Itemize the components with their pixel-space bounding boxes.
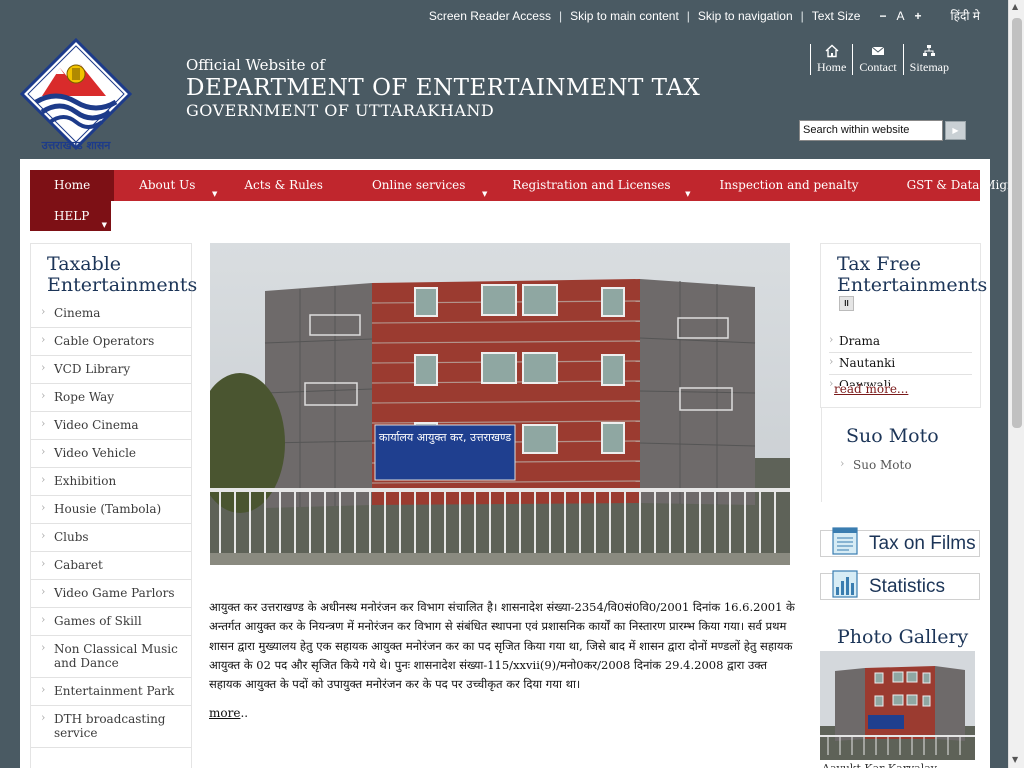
list-item[interactable]: Cabaret	[31, 552, 191, 580]
list-item[interactable]: Rope Way	[31, 384, 191, 412]
taxable-entertainments-sidebar: Taxable Entertainments Cinema Cable Oper…	[30, 243, 198, 768]
nav-inspection-penalty[interactable]: Inspection and penalty	[695, 170, 883, 201]
list-item[interactable]: VCD Library	[31, 356, 191, 384]
tax-free-title: Tax Free Entertainments	[837, 253, 988, 296]
list-item[interactable]: Entertainment Park	[31, 678, 191, 706]
skip-main-link[interactable]: Skip to main content	[570, 9, 679, 23]
nav-registration-licenses[interactable]: Registration and Licenses ▼	[491, 170, 694, 201]
list-item[interactable]: Cinema	[31, 300, 191, 328]
list-item[interactable]: DTH broadcasting service	[31, 706, 191, 748]
list-item[interactable]: Clubs	[31, 524, 191, 552]
site-title: Official Website of DEPARTMENT OF ENTERT…	[186, 56, 700, 120]
state-emblem-logo[interactable]: उत्तराखण्ड शासन	[19, 37, 133, 152]
skip-nav-link[interactable]: Skip to navigation	[698, 9, 793, 23]
text-increase-button[interactable]: +	[910, 9, 927, 23]
quick-links: Home Contact Sitemap	[810, 44, 955, 75]
sidebar-title: Taxable Entertainments	[47, 253, 198, 296]
list-item[interactable]: Video Cinema	[31, 412, 191, 440]
nav-help[interactable]: HELP ▼	[30, 201, 111, 231]
list-item[interactable]: Exhibition	[31, 468, 191, 496]
site-search: Search within website ▶	[799, 120, 966, 141]
nav-acts-rules[interactable]: Acts & Rules	[221, 170, 347, 201]
dropdown-caret-icon: ▼	[212, 190, 218, 198]
list-item[interactable]: Games of Skill	[31, 608, 191, 636]
read-more-link[interactable]: read more...	[834, 382, 908, 396]
government-name: GOVERNMENT OF UTTARAKHAND	[186, 101, 495, 120]
suo-moto-box: Suo Moto Suo Moto	[820, 408, 990, 512]
home-icon	[825, 44, 839, 58]
scrollbar-thumb[interactable]	[1012, 18, 1022, 428]
search-button[interactable]: ▶	[945, 121, 966, 140]
department-intro-text: आयुक्त कर उत्तराखण्ड के अधीनस्थ मनोरंजन …	[209, 600, 795, 692]
nav-row: Home About Us ▼ Acts & Rules Online servi…	[30, 170, 1024, 201]
home-link[interactable]: Home	[810, 44, 852, 75]
list-item[interactable]: Non Classical Music and Dance	[31, 636, 191, 678]
more-link[interactable]: more..	[209, 706, 248, 720]
statistics-button[interactable]: Statistics	[820, 569, 980, 600]
tax-free-box: Tax Free Entertainments II Drama Nautank…	[820, 243, 988, 408]
building-sign-text: कार्यालय आयुक्त कर, उत्तराखण्ड	[379, 431, 511, 444]
office-building-photo: कार्यालय आयुक्त कर, उत्तराखण्ड	[210, 243, 790, 565]
hindi-link[interactable]: हिंदी मे	[951, 7, 980, 24]
list-item[interactable]: Video Game Parlors	[31, 580, 191, 608]
nav-online-services[interactable]: Online services ▼	[347, 170, 491, 201]
mail-icon	[871, 46, 885, 55]
text-size-label: Text Size	[811, 8, 861, 23]
screen-reader-link[interactable]: Screen Reader Access	[429, 9, 551, 23]
contact-link[interactable]: Contact	[852, 44, 902, 75]
tax-on-films-label: Tax on Films	[869, 532, 976, 554]
dropdown-caret-icon: ▼	[101, 221, 107, 229]
list-item[interactable]: Housie (Tambola)	[31, 496, 191, 524]
separator: |	[686, 8, 690, 23]
bar-chart-icon	[832, 569, 858, 598]
scroll-up-icon[interactable]: ▲	[1012, 2, 1018, 11]
nav-home[interactable]: Home	[30, 170, 115, 201]
dropdown-caret-icon: ▼	[482, 190, 488, 198]
gallery-thumbnail[interactable]	[820, 651, 975, 760]
search-input[interactable]: Search within website	[799, 120, 943, 141]
list-item[interactable]: Cable Operators	[31, 328, 191, 356]
gallery-caption: Aayukt Kar Karyalay	[822, 762, 972, 768]
department-name: DEPARTMENT OF ENTERTAINMENT TAX	[186, 75, 701, 101]
nav-about-us[interactable]: About Us ▼	[114, 170, 221, 201]
taxable-list: Cinema Cable Operators VCD Library Rope …	[31, 300, 191, 748]
text-normal-button[interactable]: A	[891, 9, 909, 23]
suo-moto-link[interactable]: Suo Moto	[840, 457, 911, 472]
logo-text: उत्तराखण्ड शासन	[41, 139, 112, 152]
nav-row-2: HELP ▼	[30, 201, 980, 231]
separator: |	[558, 8, 563, 23]
list-item[interactable]: Nautanki	[829, 353, 972, 375]
photo-gallery-title: Photo Gallery	[837, 626, 969, 648]
page-scrollbar[interactable]: ▲ ▼	[1008, 0, 1024, 768]
scroll-down-icon[interactable]: ▼	[1012, 755, 1018, 764]
text-decrease-button[interactable]: −	[874, 9, 891, 23]
sitemap-link[interactable]: Sitemap	[902, 44, 955, 75]
accessibility-bar: Screen Reader Access | Skip to main cont…	[0, 0, 1008, 30]
list-item[interactable]: Video Vehicle	[31, 440, 191, 468]
separator: |	[800, 8, 804, 23]
statistics-label: Statistics	[869, 575, 946, 597]
pause-icon[interactable]: II	[839, 296, 854, 311]
sitemap-icon	[923, 45, 936, 56]
nav-gst-data-migration[interactable]: GST & Data Migration▼	[883, 170, 1024, 201]
dropdown-caret-icon: ▼	[685, 190, 691, 198]
tax-on-films-button[interactable]: Tax on Films	[820, 526, 980, 557]
list-item[interactable]: Drama	[829, 331, 972, 353]
suo-moto-title: Suo Moto	[846, 425, 939, 447]
tax-free-list: Drama Nautanki Qawwali	[829, 331, 972, 386]
main-navigation: Home About Us ▼ Acts & Rules Online servi…	[30, 170, 1024, 231]
document-icon	[832, 526, 858, 555]
title-line-1: Official Website of	[186, 56, 325, 74]
